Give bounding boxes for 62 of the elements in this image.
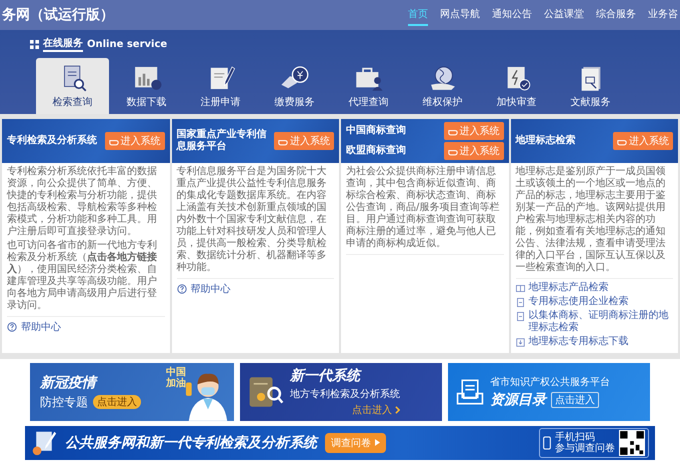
description-text: 为社会公众提供商标注册申请信息查询，其中包含商标近似查询、商标综合检索、商标状态查询、商标公告查询，商品/服务项目查询等栏目。用户通过商标查询查询可获取商标注册的通过率，避免与他人已申请的商标构成近似。 xyxy=(346,166,500,250)
survey-title: 公共服务网和新一代专利检索及分析系统 xyxy=(65,434,317,452)
book-icon xyxy=(516,284,524,293)
chevron-right-icon xyxy=(395,406,400,414)
scan-hint: 手机扫码 xyxy=(555,432,596,443)
site-title: 务网（试运行版） xyxy=(2,6,114,24)
banner-subtitle: 地方专利检索及分析系统 xyxy=(290,388,400,401)
system-title: 专利检索及分析系统 xyxy=(7,135,97,147)
service-tab[interactable]: 缴费服务 xyxy=(258,58,331,114)
download-icon xyxy=(516,338,524,347)
nav-link[interactable]: 通知公告 xyxy=(492,4,532,26)
qr-code xyxy=(619,430,645,456)
form-pen-icon xyxy=(31,430,57,456)
document-icon xyxy=(516,312,524,321)
catalog-banner[interactable]: 省市知识产权公共服务平台 资源目录 点击进入 xyxy=(448,363,650,421)
description-text: 也可访问各省市的新一代地方专利检索及分析系统（点击各地方链接入），使用国民经济分类检索、自建库管理及共享等高级功能。用户向各地方局申请高级用户后进行登录访问。 xyxy=(7,240,158,312)
banner-title: 资源目录 xyxy=(490,391,546,409)
service-tab[interactable]: 文献服务 xyxy=(554,58,627,114)
system-title: 国家重点产业专利信息服务平台 xyxy=(176,129,268,153)
banner-title: 新冠疫情 xyxy=(40,374,99,392)
service-tab[interactable]: 数据下载 xyxy=(110,58,183,114)
description-text: 专利信息服务平台是为国务院十大重点产业提供公益性专利信息服务的集成化专题数据库系统。在内容上涵盖有关技术创新重点领域的国内外数十个国家专利文献信息，在功能上针对科技研发人员和管理人员，提供高一般检索、分类导航检索、数据统计分析、机器翻译等多种功能。 xyxy=(176,166,328,274)
phone-icon xyxy=(543,436,551,450)
banner-title: 新一代系统 xyxy=(290,367,363,385)
geo-search-link[interactable]: 以集体商标、证明商标注册的地理标志检索 xyxy=(516,310,673,334)
system-title: 地理标志检索 xyxy=(516,135,576,147)
banner-subtitle: 省市知识产权公共服务平台 xyxy=(490,376,610,389)
description-text: 地理标志是鉴别原产于一成员国领土或该领土的一个地区或一地点的产品的标志，地理标志主要用于鉴别某一产品的产地。该网站提供用户检索与地理标志相关内容的功能，例如查看有关地理标志的通知公告、法律法规，查看申请受理法律的入口平台，国际互认互保以及一些检索查询的入口。 xyxy=(516,166,666,274)
document-tray-icon xyxy=(456,378,484,406)
service-tab[interactable]: 维权保护 xyxy=(406,58,479,114)
epidemic-banner[interactable]: 新冠疫情 防控专题 点击进入 中国加油 xyxy=(30,363,234,421)
nav-link[interactable]: 首页 xyxy=(408,4,428,26)
service-tab[interactable]: 注册申请 xyxy=(184,58,257,114)
nav-link[interactable]: 综合服务 xyxy=(596,4,636,26)
system-title: 欧盟商标查询 xyxy=(346,145,406,157)
help-icon xyxy=(7,322,17,332)
help-center-link[interactable]: 帮助中心 xyxy=(7,320,164,334)
slogan-text: 中国加油 xyxy=(166,367,186,389)
help-icon xyxy=(176,284,186,294)
enter-link[interactable]: 点击进入 xyxy=(352,403,400,417)
section-title: 在线服务 xyxy=(43,36,83,52)
service-tab[interactable]: 加快审查 xyxy=(480,58,553,114)
document-icon xyxy=(516,298,524,307)
grid-icon xyxy=(30,40,39,48)
service-tab[interactable]: 代理查询 xyxy=(332,58,405,114)
geo-search-link[interactable]: 地理标志专用标志下载 xyxy=(516,336,673,348)
description-text: 专利检索分析系统依托丰富的数据资源，向公众提供了简单、方便、快捷的专利检索与分析功能，提供包括高级检索、导航检索等多种检索模式，分析功能和多种工具。用户注册后即可直接登录访问。 xyxy=(7,166,158,238)
enter-button[interactable]: 点击进入 xyxy=(551,392,599,408)
geo-search-link[interactable]: 专用标志使用企业检索 xyxy=(516,296,673,308)
scan-hint: 参与调查问卷 xyxy=(555,443,615,454)
nav-link[interactable]: 公益课堂 xyxy=(544,4,584,26)
nav-link[interactable]: 网点导航 xyxy=(440,4,480,26)
triangle-right-icon xyxy=(375,439,380,446)
service-tab[interactable]: 检索查询 xyxy=(36,58,109,114)
system-banner[interactable]: 新一代系统 地方专利检索及分析系统 点击进入 xyxy=(240,363,442,421)
system-title: 中国商标查询 xyxy=(346,125,406,137)
section-subtitle: Online service xyxy=(87,38,168,50)
nav-link[interactable]: 业务咨 xyxy=(648,4,678,26)
geo-search-link[interactable]: 地理标志产品检索 xyxy=(516,282,673,294)
enter-button[interactable]: 点击进入 xyxy=(93,395,141,409)
banner-subtitle: 防控专题 xyxy=(40,394,88,410)
help-center-link[interactable]: 帮助中心 xyxy=(176,282,334,296)
